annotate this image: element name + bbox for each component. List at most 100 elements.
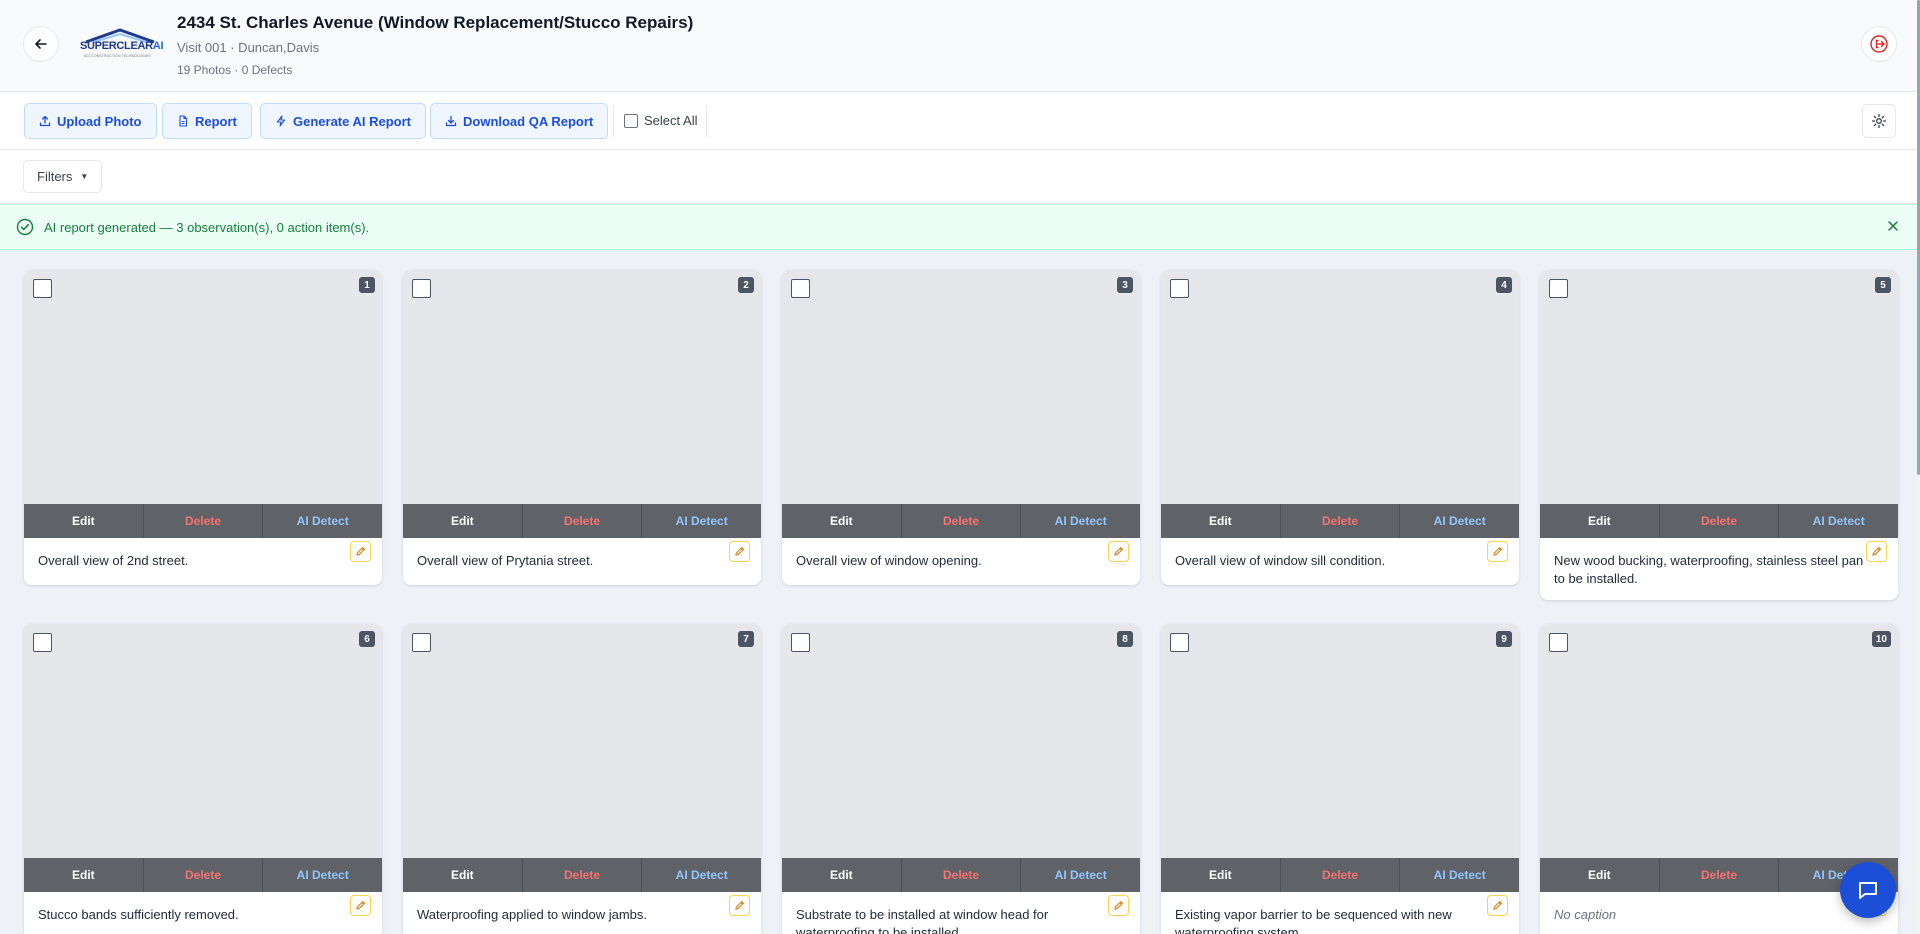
edit-photo-button[interactable]: Edit xyxy=(24,504,144,538)
photo-thumbnail[interactable] xyxy=(1540,624,1898,858)
photo-select-checkbox[interactable] xyxy=(412,279,431,298)
photo-caption: Overall view of Prytania street. xyxy=(417,553,594,568)
upload-photo-button[interactable]: Upload Photo xyxy=(24,103,157,139)
edit-caption-button[interactable] xyxy=(350,895,371,916)
photo-card[interactable]: 4 Edit Delete AI Detect Overall view of wind… xyxy=(1161,270,1519,585)
edit-photo-button[interactable]: Edit xyxy=(782,858,902,892)
photo-thumbnail[interactable] xyxy=(1161,624,1519,858)
report-button[interactable]: Report xyxy=(162,103,252,139)
generate-ai-report-button[interactable]: Generate AI Report xyxy=(260,103,426,139)
edit-caption-button[interactable] xyxy=(1866,541,1887,562)
document-icon xyxy=(179,115,188,127)
photo-thumbnail[interactable] xyxy=(403,624,761,858)
pencil-icon xyxy=(356,547,365,556)
photo-select-checkbox[interactable] xyxy=(1170,633,1189,652)
logout-button[interactable] xyxy=(1861,26,1897,62)
select-all[interactable]: Select All xyxy=(624,113,697,128)
delete-photo-button[interactable]: Delete xyxy=(144,504,264,538)
photo-select-checkbox[interactable] xyxy=(412,633,431,652)
download-icon xyxy=(445,115,457,127)
photo-number-badge: 7 xyxy=(738,631,754,647)
photo-card[interactable]: 5 Edit Delete AI Detect New wood bucking, wa… xyxy=(1540,270,1898,600)
edit-caption-button[interactable] xyxy=(1108,541,1129,562)
edit-photo-button[interactable]: Edit xyxy=(24,858,144,892)
lightning-icon xyxy=(276,115,286,127)
edit-photo-button[interactable]: Edit xyxy=(782,504,902,538)
photo-card[interactable]: 8 Edit Delete AI Detect Substrate to be inst… xyxy=(782,624,1140,934)
photo-thumbnail[interactable] xyxy=(1161,270,1519,504)
photo-thumbnail[interactable] xyxy=(1540,270,1898,504)
delete-photo-button[interactable]: Delete xyxy=(902,504,1022,538)
photo-thumbnail[interactable] xyxy=(782,624,1140,858)
edit-photo-button[interactable]: Edit xyxy=(1540,504,1660,538)
edit-photo-button[interactable]: Edit xyxy=(1161,504,1281,538)
edit-caption-button[interactable] xyxy=(350,541,371,562)
photo-select-checkbox[interactable] xyxy=(33,633,52,652)
edit-caption-button[interactable] xyxy=(1487,895,1508,916)
pencil-icon xyxy=(735,547,744,556)
delete-photo-button[interactable]: Delete xyxy=(1281,858,1401,892)
edit-photo-button[interactable]: Edit xyxy=(1540,858,1660,892)
edit-photo-button[interactable]: Edit xyxy=(1161,858,1281,892)
delete-photo-button[interactable]: Delete xyxy=(1660,858,1780,892)
ai-detect-button[interactable]: AI Detect xyxy=(263,504,382,538)
photo-action-bar: Edit Delete AI Detect xyxy=(24,504,382,538)
ai-detect-button[interactable]: AI Detect xyxy=(1400,504,1519,538)
delete-photo-button[interactable]: Delete xyxy=(902,858,1022,892)
photo-select-checkbox[interactable] xyxy=(791,633,810,652)
download-qa-report-button[interactable]: Download QA Report xyxy=(430,103,609,139)
ai-detect-button[interactable]: AI Detect xyxy=(642,504,761,538)
photo-card[interactable]: 2 Edit Delete AI Detect Overall view of Pryt… xyxy=(403,270,761,585)
ai-detect-button[interactable]: AI Detect xyxy=(1021,858,1140,892)
photo-select-checkbox[interactable] xyxy=(1549,633,1568,652)
chat-button[interactable] xyxy=(1840,862,1896,918)
delete-photo-button[interactable]: Delete xyxy=(1660,504,1780,538)
upload-icon xyxy=(39,115,51,127)
ai-detect-button[interactable]: AI Detect xyxy=(642,858,761,892)
close-icon xyxy=(1888,221,1898,231)
edit-caption-button[interactable] xyxy=(1108,895,1129,916)
photo-thumbnail[interactable] xyxy=(403,270,761,504)
photo-card[interactable]: 1 Edit Delete AI Detect Overall view of 2nd … xyxy=(24,270,382,585)
photo-card[interactable]: 7 Edit Delete AI Detect Waterproofing applie… xyxy=(403,624,761,934)
edit-caption-button[interactable] xyxy=(729,895,750,916)
photo-defect-count: 19 Photos · 0 Defects xyxy=(177,63,293,77)
ai-detect-button[interactable]: AI Detect xyxy=(1779,504,1898,538)
photo-number-badge: 9 xyxy=(1496,631,1512,647)
delete-photo-button[interactable]: Delete xyxy=(1281,504,1401,538)
photo-number-badge: 1 xyxy=(359,277,375,293)
photo-select-checkbox[interactable] xyxy=(33,279,52,298)
back-button[interactable] xyxy=(23,26,59,62)
delete-photo-button[interactable]: Delete xyxy=(144,858,264,892)
photo-caption: Substrate to be installed at window head… xyxy=(796,907,1049,934)
photo-card[interactable]: 3 Edit Delete AI Detect Overall view of wind… xyxy=(782,270,1140,585)
photo-select-checkbox[interactable] xyxy=(1170,279,1189,298)
pencil-icon xyxy=(356,901,365,910)
delete-photo-button[interactable]: Delete xyxy=(523,504,643,538)
edit-photo-button[interactable]: Edit xyxy=(403,504,523,538)
settings-button[interactable] xyxy=(1862,104,1896,138)
photo-thumbnail[interactable] xyxy=(24,624,382,858)
filters-label: Filters xyxy=(37,169,73,184)
photo-select-checkbox[interactable] xyxy=(1549,279,1568,298)
photo-caption: Overall view of window opening. xyxy=(796,553,982,568)
filters-dropdown[interactable]: Filters ▼ xyxy=(23,160,103,193)
photo-action-bar: Edit Delete AI Detect xyxy=(403,858,761,892)
close-banner-button[interactable] xyxy=(1884,217,1902,235)
logout-icon xyxy=(1870,35,1888,53)
photo-thumbnail[interactable] xyxy=(24,270,382,504)
edit-caption-button[interactable] xyxy=(729,541,750,562)
edit-caption-button[interactable] xyxy=(1487,541,1508,562)
photo-card[interactable]: 9 Edit Delete AI Detect Existing vapor barri… xyxy=(1161,624,1519,934)
ai-detect-button[interactable]: AI Detect xyxy=(1400,858,1519,892)
ai-detect-button[interactable]: AI Detect xyxy=(263,858,382,892)
photo-thumbnail[interactable] xyxy=(782,270,1140,504)
photo-select-checkbox[interactable] xyxy=(791,279,810,298)
ai-detect-button[interactable]: AI Detect xyxy=(1021,504,1140,538)
photo-card[interactable]: 6 Edit Delete AI Detect Stucco bands suffici… xyxy=(24,624,382,934)
edit-photo-button[interactable]: Edit xyxy=(403,858,523,892)
pencil-icon xyxy=(1493,901,1502,910)
photo-action-bar: Edit Delete AI Detect xyxy=(782,858,1140,892)
delete-photo-button[interactable]: Delete xyxy=(523,858,643,892)
select-all-checkbox[interactable] xyxy=(624,113,638,128)
